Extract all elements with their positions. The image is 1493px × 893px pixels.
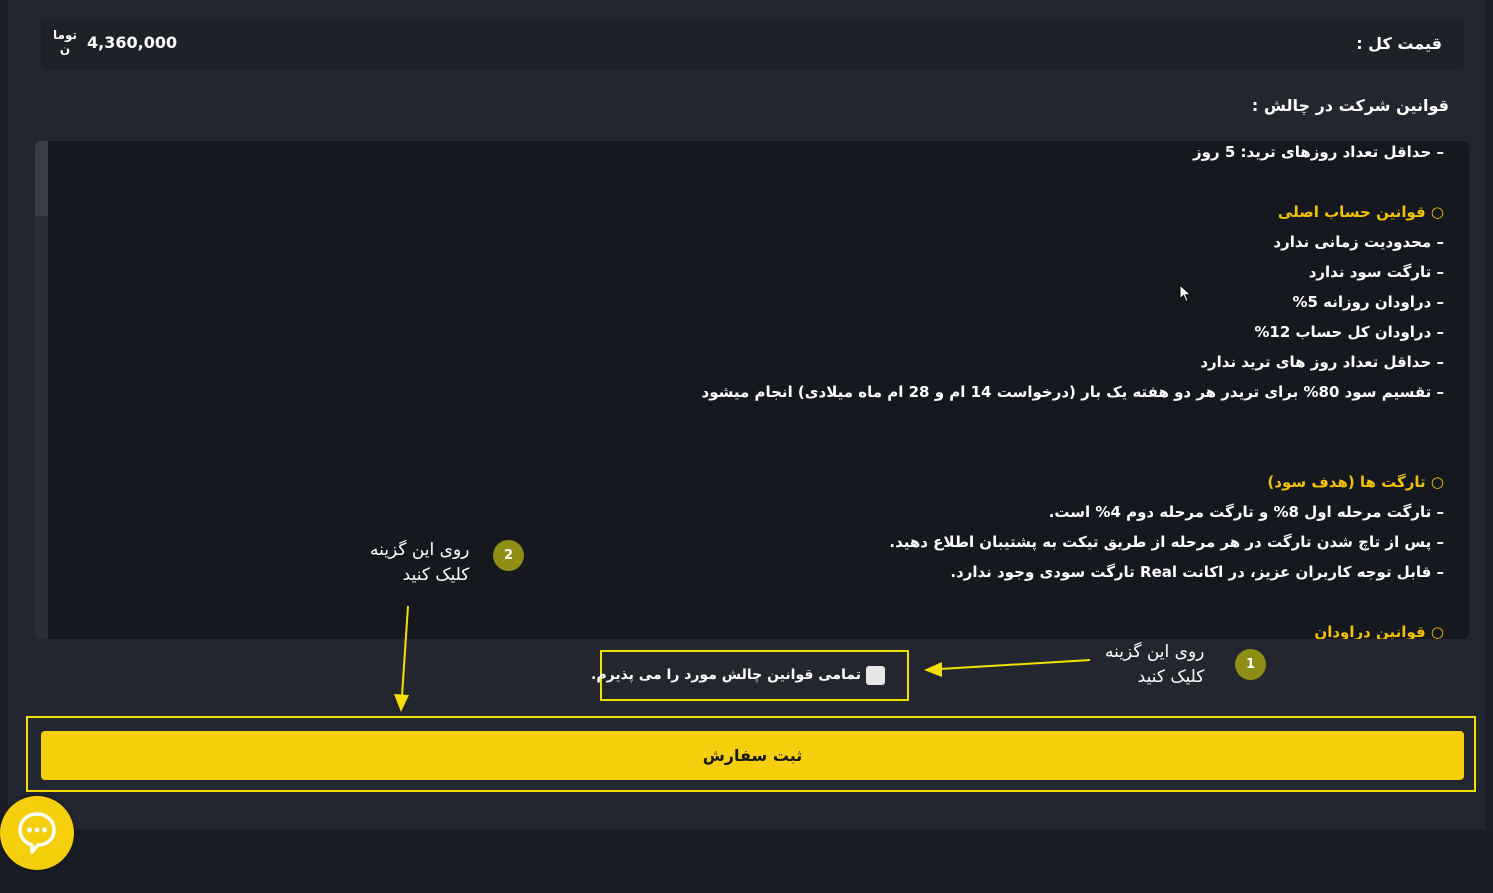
annotation-arrows [394,605,1091,712]
step-1-arrow [924,659,1091,677]
chat-support-button[interactable] [0,796,74,870]
step-2-arrow [394,605,409,712]
chat-bubble-icon [18,812,56,854]
